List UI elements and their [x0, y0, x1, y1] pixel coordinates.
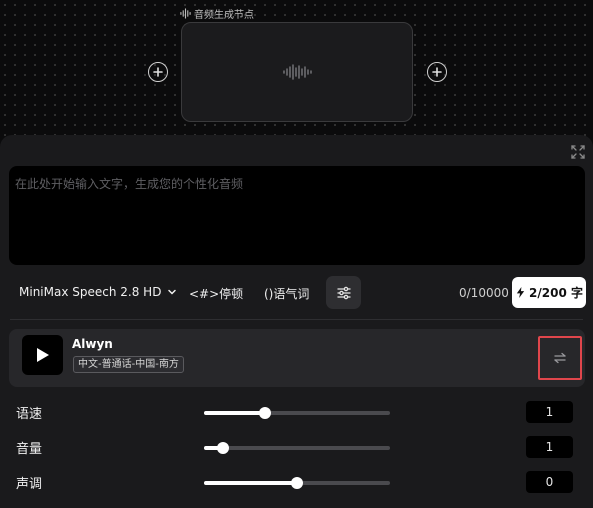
model-select[interactable]: MiniMax Speech 2.8 HD [19, 285, 177, 299]
speed-slider[interactable] [204, 407, 390, 419]
pitch-value-input[interactable]: 0 [526, 471, 573, 493]
lightning-icon [516, 287, 525, 298]
quota-badge[interactable]: 2/200 字 [512, 277, 586, 308]
plus-icon [153, 67, 163, 77]
voice-card: Alwyn 中文-普通话-中国-南方 [9, 329, 585, 387]
param-label: 声调 [16, 477, 43, 492]
param-row-speed: 语速 1 [0, 401, 593, 423]
divider [10, 319, 583, 320]
volume-slider[interactable] [204, 442, 390, 454]
switch-voice-button[interactable] [538, 336, 582, 380]
param-label: 语速 [16, 407, 43, 422]
pitch-slider[interactable] [204, 477, 390, 489]
node-title-text: 音频生成节点 [194, 10, 254, 21]
voice-name: Alwyn [72, 337, 113, 351]
audio-node-card[interactable] [181, 22, 413, 122]
chevron-down-icon [168, 289, 177, 295]
waveform-icon [180, 8, 191, 19]
slider-fill [204, 411, 266, 415]
add-node-right-button[interactable] [427, 62, 447, 82]
play-icon [36, 348, 49, 362]
toolbar: MiniMax Speech 2.8 HD <#>停顿 ()语气词 0/1000… [0, 276, 593, 310]
param-label: 音量 [16, 442, 43, 457]
quota-text: 2/200 字 [529, 286, 583, 300]
sliders-icon [336, 286, 351, 299]
voice-tag: 中文-普通话-中国-南方 [73, 356, 184, 373]
expand-icon[interactable] [571, 145, 585, 159]
add-node-left-button[interactable] [148, 62, 168, 82]
text-input[interactable]: 在此处开始输入文字，生成您的个性化音频 [9, 166, 585, 265]
settings-button[interactable] [326, 276, 361, 309]
param-row-volume: 音量 1 [0, 436, 593, 458]
volume-value-input[interactable]: 1 [526, 436, 573, 458]
text-input-placeholder: 在此处开始输入文字，生成您的个性化音频 [15, 177, 244, 191]
swap-icon [554, 352, 566, 364]
speed-value-input[interactable]: 1 [526, 401, 573, 423]
param-row-pitch: 声调 0 [0, 471, 593, 493]
insert-pause-button[interactable]: <#>停顿 [189, 285, 243, 302]
play-button[interactable] [22, 335, 63, 375]
plus-icon [432, 67, 442, 77]
slider-thumb[interactable] [216, 442, 229, 454]
node-title: 音频生成节点 [180, 6, 254, 21]
slider-fill [204, 481, 297, 485]
slider-thumb[interactable] [291, 477, 303, 489]
audio-settings-panel: 在此处开始输入文字，生成您的个性化音频 MiniMax Speech 2.8 H… [0, 135, 593, 508]
char-count: 0/10000 [459, 286, 509, 300]
model-select-label: MiniMax Speech 2.8 HD [19, 285, 162, 299]
insert-tone-button[interactable]: ()语气词 [264, 285, 309, 302]
slider-thumb[interactable] [259, 407, 272, 419]
audio-waveform-icon [283, 64, 312, 80]
